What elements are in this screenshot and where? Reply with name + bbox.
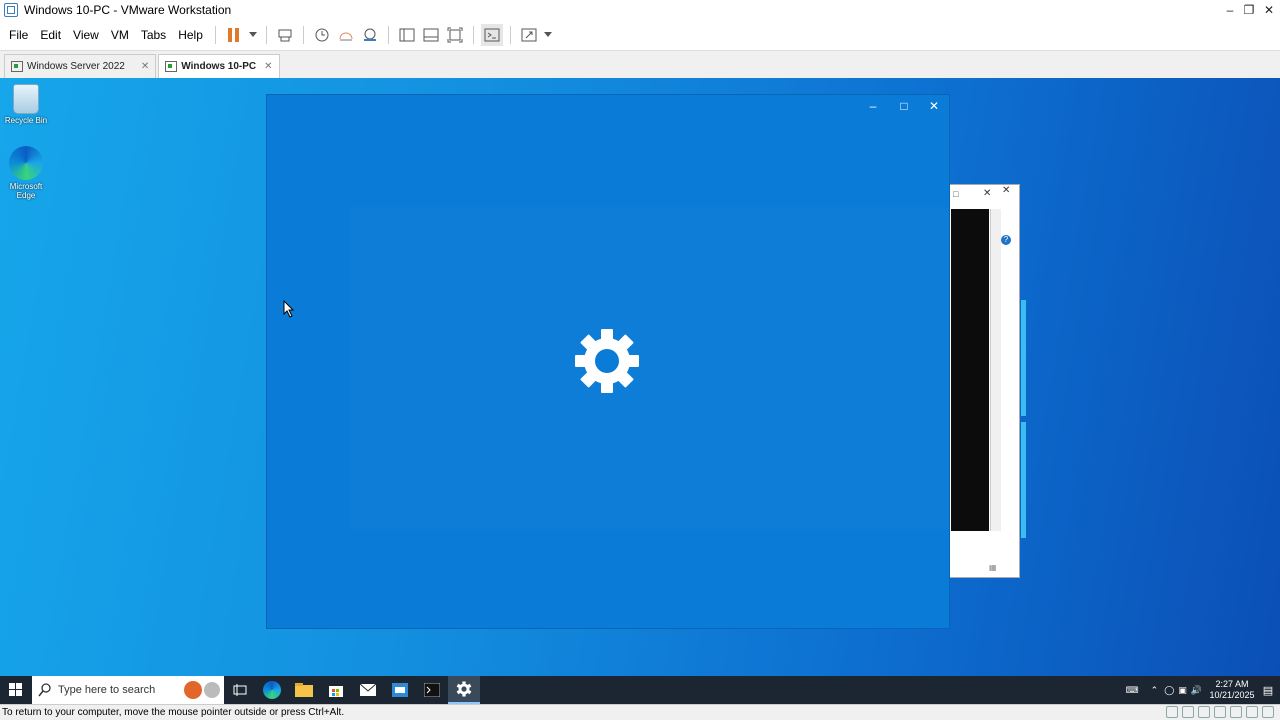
window-title: Windows 10-PC - VMware Workstation: [24, 3, 232, 17]
device-status-icons: [1162, 706, 1274, 718]
notification-icon[interactable]: ▤: [1256, 684, 1280, 697]
background-window[interactable]: □ ✕ ✕ ? ▦: [948, 184, 1020, 578]
toolbar-separator: [302, 26, 304, 44]
toolbar-separator: [214, 26, 216, 44]
close-icon[interactable]: ✕: [141, 61, 149, 72]
gear-icon: [575, 329, 639, 393]
menu-file[interactable]: File: [3, 28, 34, 42]
tab-label: Windows 10-PC: [181, 61, 257, 72]
window-glow: [1021, 300, 1026, 416]
snapshot-icon[interactable]: [311, 24, 333, 46]
menu-help[interactable]: Help: [172, 28, 209, 42]
snapshot-manager-icon[interactable]: [359, 24, 381, 46]
close-button[interactable]: ✕: [1258, 0, 1280, 20]
network-icon[interactable]: ◯: [1164, 685, 1174, 696]
revert-snapshot-icon[interactable]: [335, 24, 357, 46]
clock-date: 10/21/2025: [1209, 690, 1255, 700]
menubar: File Edit View VM Tabs Help: [0, 20, 1280, 50]
menu-tabs[interactable]: Tabs: [135, 28, 172, 42]
close-icon[interactable]: ✕: [264, 61, 272, 72]
display-icon[interactable]: [1246, 706, 1258, 718]
view-details-icon[interactable]: ▦: [989, 563, 997, 572]
usb-icon[interactable]: [1214, 706, 1226, 718]
sound-icon[interactable]: [1230, 706, 1242, 718]
network-adapter-icon[interactable]: [1198, 706, 1210, 718]
clock[interactable]: 2:27 AM 10/21/2025: [1208, 679, 1256, 701]
toolbar-separator: [265, 26, 267, 44]
search-placeholder: Type here to search: [58, 684, 156, 696]
tab-windows-10-pc[interactable]: Windows 10-PC ✕: [158, 54, 280, 78]
full-screen-icon[interactable]: [444, 24, 466, 46]
window-glow: [1021, 422, 1026, 538]
desktop-icon-label: Recycle Bin: [4, 116, 48, 125]
stretch-guest-icon[interactable]: [518, 24, 540, 46]
system-tray: ⌨ ⌃ ◯ ▣ 🔊 2:27 AM 10/21/2025 ▤: [1126, 676, 1280, 704]
console-content: [951, 209, 989, 531]
thumbnail-bar-icon[interactable]: [420, 24, 442, 46]
menu-view[interactable]: View: [67, 28, 105, 42]
mouse-pointer-icon: [283, 300, 295, 318]
mail-icon[interactable]: [352, 676, 384, 704]
console-view-icon[interactable]: [480, 24, 503, 46]
settings-content-area: [349, 207, 949, 529]
recycle-bin-icon: [13, 84, 39, 114]
maximize-icon[interactable]: □: [953, 189, 958, 199]
start-button[interactable]: [0, 676, 32, 704]
status-text: To return to your computer, move the mou…: [2, 707, 345, 718]
taskbar-search-box[interactable]: Type here to search: [32, 676, 224, 704]
task-view-icon[interactable]: [224, 676, 256, 704]
maximize-button[interactable]: □: [889, 97, 919, 115]
edge-icon: [9, 146, 43, 180]
tab-windows-server-2022[interactable]: Windows Server 2022 ✕: [4, 54, 157, 78]
scrollbar[interactable]: [990, 209, 1001, 531]
desktop-icon-recycle-bin[interactable]: Recycle Bin: [0, 84, 52, 125]
chevron-down-icon[interactable]: [247, 24, 259, 46]
search-icon: [38, 683, 51, 697]
tab-label: Windows Server 2022: [27, 61, 125, 72]
close-icon[interactable]: ✕: [1002, 185, 1010, 196]
toolbar-separator: [387, 26, 389, 44]
message-icon[interactable]: [1262, 706, 1274, 718]
send-ctrl-alt-del-icon[interactable]: [274, 24, 296, 46]
window-titlebar: Windows 10-PC - VMware Workstation – ❐ ✕: [0, 0, 1280, 20]
settings-taskbar-icon[interactable]: [448, 676, 480, 704]
menu-vm[interactable]: VM: [105, 28, 135, 42]
windows-logo-icon: [9, 683, 22, 696]
ethernet-icon[interactable]: ▣: [1178, 685, 1187, 696]
close-button[interactable]: ✕: [919, 97, 949, 115]
microsoft-store-icon[interactable]: [320, 676, 352, 704]
desktop-icon-label: Microsoft Edge: [9, 182, 43, 200]
vm-tab-bar: Windows Server 2022 ✕ Windows 10-PC ✕: [0, 50, 1280, 78]
status-bar: To return to your computer, move the mou…: [0, 704, 1280, 720]
toolbar-separator: [509, 26, 511, 44]
server-manager-icon[interactable]: [384, 676, 416, 704]
vm-icon: [11, 61, 23, 72]
close-icon[interactable]: ✕: [983, 188, 991, 199]
minimize-button[interactable]: –: [858, 97, 888, 115]
edge-taskbar-icon[interactable]: [256, 676, 288, 704]
menu-edit[interactable]: Edit: [34, 28, 67, 42]
hard-disk-icon[interactable]: [1166, 706, 1178, 718]
settings-window[interactable]: – □ ✕: [266, 94, 950, 629]
command-prompt-icon[interactable]: [416, 676, 448, 704]
search-highlight-icon: [184, 681, 202, 699]
guest-taskbar: Type here to search ⌨ ⌃ ◯ ▣ 🔊 2:27 AM 10…: [0, 676, 1280, 704]
chevron-up-icon[interactable]: ⌃: [1151, 685, 1159, 696]
desktop-icon-microsoft-edge[interactable]: Microsoft Edge: [0, 146, 52, 200]
vmware-app-icon: [4, 3, 18, 17]
file-explorer-icon[interactable]: [288, 676, 320, 704]
vm-icon: [165, 61, 178, 72]
volume-icon[interactable]: 🔊: [1191, 685, 1202, 696]
pause-icon[interactable]: [223, 24, 245, 46]
keyboard-icon[interactable]: ⌨: [1126, 685, 1139, 696]
sidebar-toggle-icon[interactable]: [396, 24, 418, 46]
chevron-down-icon[interactable]: [542, 24, 554, 46]
restore-button[interactable]: ❐: [1238, 0, 1260, 20]
guest-desktop[interactable]: Recycle Bin Microsoft Edge □ ✕ ✕ ? ▦ – □…: [0, 78, 1280, 676]
help-icon[interactable]: ?: [1001, 235, 1011, 245]
search-highlight-icon: [204, 682, 220, 698]
toolbar-separator: [472, 26, 474, 44]
cd-drive-icon[interactable]: [1182, 706, 1194, 718]
clock-time: 2:27 AM: [1215, 679, 1249, 689]
